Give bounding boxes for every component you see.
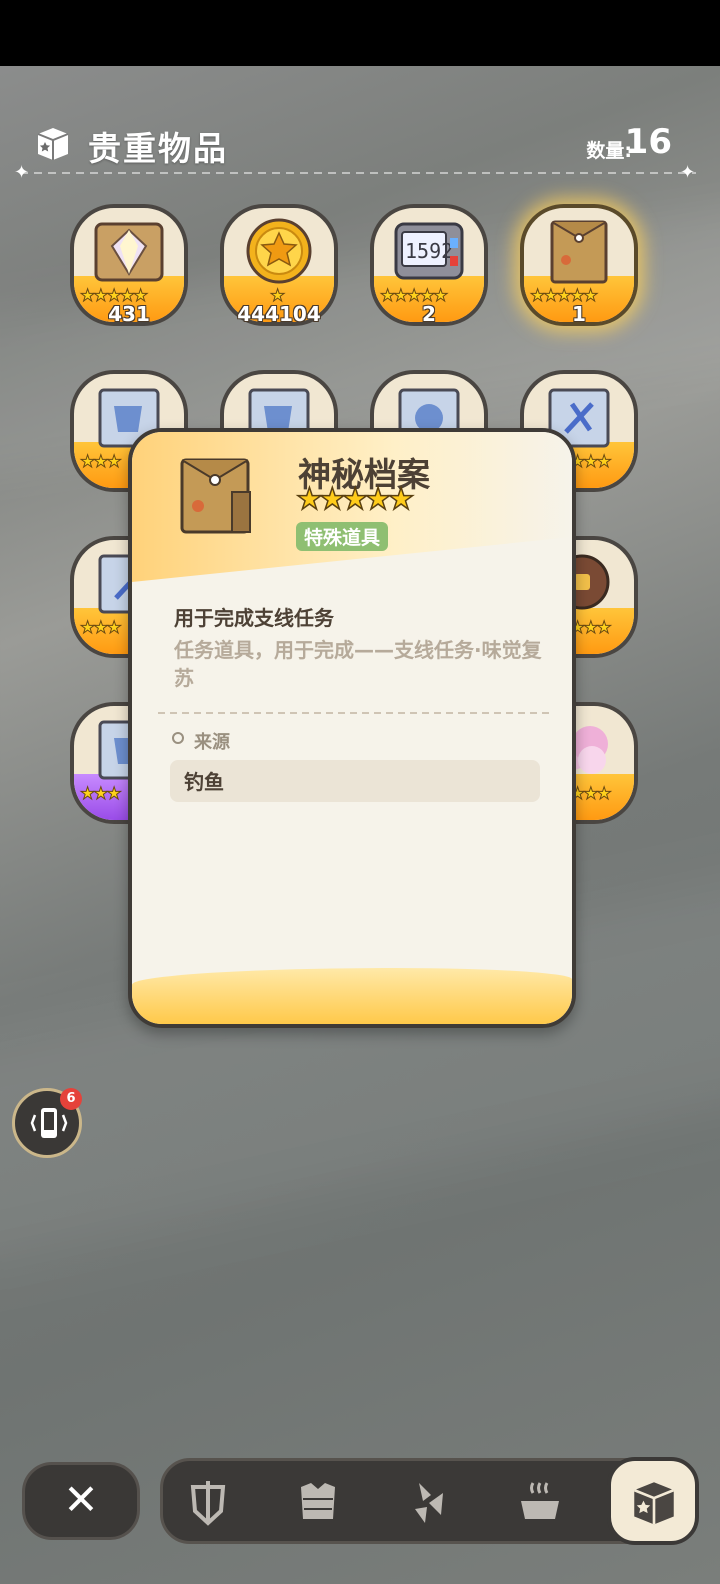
rarity-stars: ★★★★★	[295, 481, 415, 518]
notification-badge: 6	[60, 1088, 82, 1110]
page-title: 贵重物品	[88, 129, 228, 168]
header: 贵重物品 数量: 16	[34, 118, 694, 174]
bottom-nav	[160, 1457, 699, 1545]
tab-weapon-shield[interactable]	[179, 1475, 237, 1531]
item-description: 任务道具，用于完成——支线任务·味觉复苏	[174, 638, 542, 690]
source-dot-icon	[172, 732, 184, 744]
header-divider	[20, 172, 696, 174]
rarity-stars: ★★★	[80, 452, 123, 473]
status-bar	[0, 0, 720, 66]
item-quantity: 1	[572, 302, 586, 326]
tab-valuables[interactable]	[607, 1457, 699, 1545]
source-entry[interactable]: 钓鱼	[170, 760, 540, 802]
item-quantity: 2	[422, 302, 436, 326]
item-clock-device[interactable]: 1592 ★★★★★ 2	[370, 204, 488, 326]
crystal-chest-icon	[94, 222, 164, 282]
item-crystal-chest[interactable]: ★★★★★ 431	[70, 204, 188, 326]
envelope-file-icon	[180, 458, 251, 534]
source-label: 来源	[194, 732, 230, 753]
item-detail-popup: 神秘档案 ★★★★★ 特殊道具 用于完成支线任务 任务道具，用于完成——支线任务…	[128, 428, 576, 1028]
sparkle-icon: ✦	[14, 162, 30, 183]
sparkle-icon: ✦	[680, 162, 696, 183]
valuables-box-icon	[633, 1482, 675, 1525]
item-quantity: 431	[108, 302, 150, 326]
valuables-box-icon	[37, 128, 69, 160]
tab-materials[interactable]	[401, 1475, 459, 1531]
svg-text:1592: 1592	[405, 239, 453, 263]
popup-footer-wave	[132, 968, 572, 1024]
rarity-stars: ★★★	[80, 784, 123, 805]
item-usage: 用于完成支线任务	[174, 606, 334, 630]
item-mystery-file[interactable]: ★★★★★ 1	[520, 204, 638, 326]
star-coin-icon	[246, 218, 312, 284]
tab-cooking[interactable]	[511, 1475, 569, 1531]
clock-device-icon: 1592	[394, 222, 464, 280]
tab-armor[interactable]	[289, 1475, 347, 1531]
popup-divider	[158, 712, 554, 714]
vibrating-phone-icon	[30, 1108, 68, 1138]
item-quantity: 444104	[237, 302, 321, 326]
rarity-stars: ★★★	[80, 618, 123, 639]
count-value: 16	[624, 122, 672, 162]
item-star-coin[interactable]: ★ 444104	[220, 204, 338, 326]
envelope-file-icon	[550, 220, 608, 284]
close-button[interactable]: ✕	[22, 1462, 140, 1540]
source-value: 钓鱼	[184, 770, 224, 794]
item-type-tag: 特殊道具	[296, 522, 389, 551]
